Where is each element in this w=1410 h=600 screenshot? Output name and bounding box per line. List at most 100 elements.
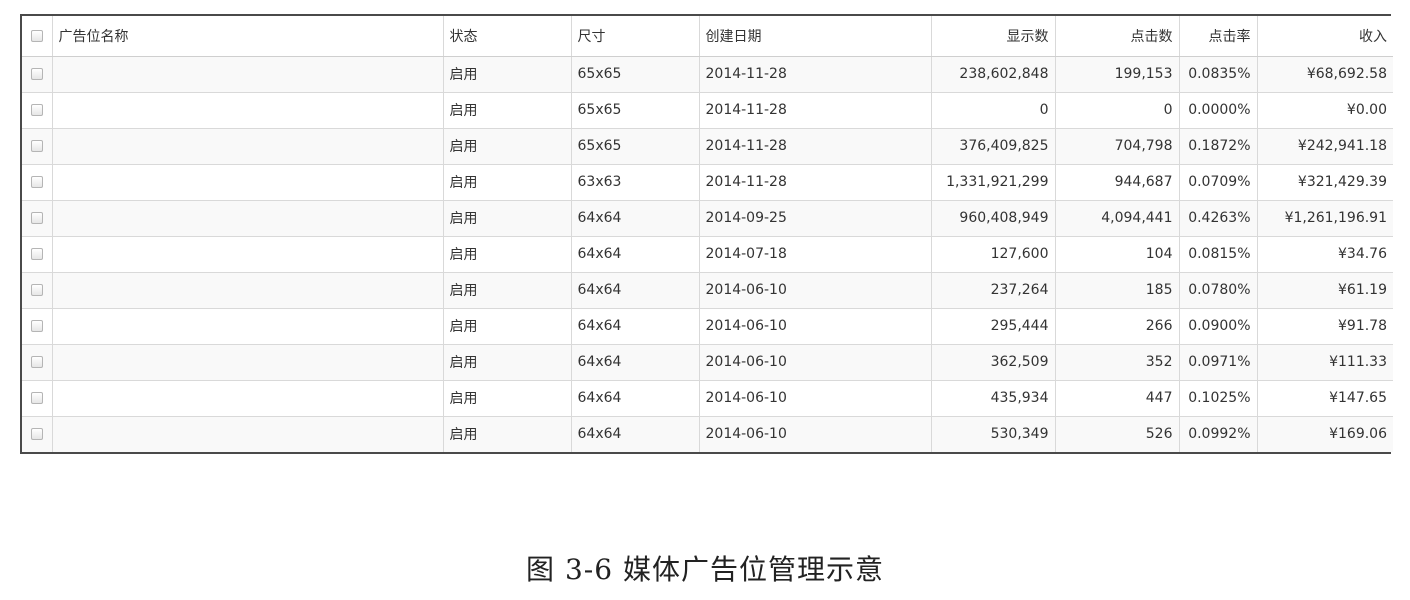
row-checkbox[interactable] (30, 140, 43, 152)
row-checkbox-cell[interactable] (22, 200, 53, 237)
table-row[interactable]: 启用 64x64 2014-06-10 435,934 447 0.1025% ¥147.6… (22, 380, 1393, 417)
cell-size: 64x64 (571, 344, 700, 381)
cell-date: 2014-11-28 (699, 128, 932, 165)
row-checkbox-cell[interactable] (22, 272, 53, 309)
row-checkbox-cell[interactable] (22, 236, 53, 273)
row-checkbox[interactable] (30, 212, 43, 224)
cell-name (52, 164, 444, 201)
cell-status: 启用 (443, 200, 572, 237)
cell-income: ¥147.65 (1257, 380, 1393, 417)
cell-date: 2014-06-10 (699, 416, 932, 452)
cell-name (52, 380, 444, 417)
cell-clicks: 526 (1055, 416, 1180, 452)
header-row: 广告位名称 状态 尺寸 创建日期 显示数 点击数 点击率 收入 (22, 16, 1393, 57)
page: 广告位名称 状态 尺寸 创建日期 显示数 点击数 点击率 收入 启用 65x65 2… (0, 0, 1410, 600)
cell-date: 2014-06-10 (699, 308, 932, 345)
cell-ctr: 0.0780% (1179, 272, 1258, 309)
cell-name (52, 200, 444, 237)
column-header-clicks[interactable]: 点击数 (1055, 16, 1180, 57)
cell-date: 2014-06-10 (699, 344, 932, 381)
table-row[interactable]: 启用 65x65 2014-11-28 376,409,825 704,798 0.187… (22, 128, 1393, 165)
row-checkbox[interactable] (30, 176, 43, 188)
cell-date: 2014-06-10 (699, 380, 932, 417)
table-row[interactable]: 启用 64x64 2014-06-10 237,264 185 0.0780% ¥61.19 (22, 272, 1393, 309)
cell-shows: 530,349 (931, 416, 1056, 452)
table-row[interactable]: 启用 64x64 2014-09-25 960,408,949 4,094,441 0.4… (22, 200, 1393, 237)
cell-ctr: 0.0709% (1179, 164, 1258, 201)
cell-income: ¥242,941.18 (1257, 128, 1393, 165)
row-checkbox-cell[interactable] (22, 56, 53, 93)
select-all-checkbox[interactable] (30, 29, 43, 42)
cell-name (52, 344, 444, 381)
cell-ctr: 0.0971% (1179, 344, 1258, 381)
table-row[interactable]: 启用 64x64 2014-07-18 127,600 104 0.0815% ¥34.76 (22, 236, 1393, 273)
row-checkbox-cell[interactable] (22, 416, 53, 452)
row-checkbox-cell[interactable] (22, 380, 53, 417)
table-row[interactable]: 启用 64x64 2014-06-10 295,444 266 0.0900% ¥91.78 (22, 308, 1393, 345)
column-header-shows[interactable]: 显示数 (931, 16, 1056, 57)
cell-clicks: 352 (1055, 344, 1180, 381)
row-checkbox[interactable] (30, 392, 43, 404)
column-header-name[interactable]: 广告位名称 (52, 16, 444, 57)
cell-clicks: 266 (1055, 308, 1180, 345)
cell-shows: 376,409,825 (931, 128, 1056, 165)
cell-ctr: 0.1872% (1179, 128, 1258, 165)
row-checkbox-cell[interactable] (22, 308, 53, 345)
table-row[interactable]: 启用 63x63 2014-11-28 1,331,921,299 944,687 0.0… (22, 164, 1393, 201)
cell-income: ¥34.76 (1257, 236, 1393, 273)
table-header: 广告位名称 状态 尺寸 创建日期 显示数 点击数 点击率 收入 (22, 16, 1393, 57)
cell-clicks: 944,687 (1055, 164, 1180, 201)
row-checkbox[interactable] (30, 68, 43, 80)
cell-name (52, 272, 444, 309)
row-checkbox[interactable] (30, 284, 43, 296)
cell-size: 64x64 (571, 416, 700, 452)
cell-name (52, 236, 444, 273)
cell-size: 64x64 (571, 308, 700, 345)
cell-clicks: 104 (1055, 236, 1180, 273)
row-checkbox[interactable] (30, 320, 43, 332)
ad-slot-table: 广告位名称 状态 尺寸 创建日期 显示数 点击数 点击率 收入 启用 65x65 2… (22, 16, 1393, 452)
column-header-size[interactable]: 尺寸 (571, 16, 700, 57)
cell-date: 2014-11-28 (699, 92, 932, 129)
row-checkbox-cell[interactable] (22, 92, 53, 129)
cell-status: 启用 (443, 380, 572, 417)
row-checkbox-cell[interactable] (22, 164, 53, 201)
column-header-income[interactable]: 收入 (1257, 16, 1393, 57)
row-checkbox[interactable] (30, 248, 43, 260)
cell-size: 63x63 (571, 164, 700, 201)
cell-shows: 0 (931, 92, 1056, 129)
row-checkbox[interactable] (30, 104, 43, 116)
ad-slot-table-container: 广告位名称 状态 尺寸 创建日期 显示数 点击数 点击率 收入 启用 65x65 2… (20, 14, 1393, 454)
column-header-status[interactable]: 状态 (443, 16, 572, 57)
cell-name (52, 308, 444, 345)
table-row[interactable]: 启用 65x65 2014-11-28 0 0 0.0000% ¥0.00 (22, 92, 1393, 129)
table-row[interactable]: 启用 64x64 2014-06-10 530,349 526 0.0992% ¥169.0… (22, 416, 1393, 452)
cell-date: 2014-06-10 (699, 272, 932, 309)
row-checkbox[interactable] (30, 428, 43, 441)
cell-name (52, 56, 444, 93)
row-checkbox-cell[interactable] (22, 128, 53, 165)
cell-size: 65x65 (571, 56, 700, 93)
cell-income: ¥111.33 (1257, 344, 1393, 381)
column-header-ctr[interactable]: 点击率 (1179, 16, 1258, 57)
figure-caption: 图 3-6 媒体广告位管理示意 (526, 553, 884, 586)
cell-shows: 127,600 (931, 236, 1056, 273)
table-row[interactable]: 启用 64x64 2014-06-10 362,509 352 0.0971% ¥111.3… (22, 344, 1393, 381)
cell-clicks: 0 (1055, 92, 1180, 129)
cell-status: 启用 (443, 272, 572, 309)
row-checkbox-cell[interactable] (22, 344, 53, 381)
cell-income: ¥91.78 (1257, 308, 1393, 345)
cell-ctr: 0.0000% (1179, 92, 1258, 129)
cell-shows: 295,444 (931, 308, 1056, 345)
row-checkbox[interactable] (30, 356, 43, 368)
table-row[interactable]: 启用 65x65 2014-11-28 238,602,848 199,153 0.083… (22, 56, 1393, 93)
cell-status: 启用 (443, 128, 572, 165)
column-header-date[interactable]: 创建日期 (699, 16, 932, 57)
cell-ctr: 0.0900% (1179, 308, 1258, 345)
cell-income: ¥0.00 (1257, 92, 1393, 129)
select-all-checkbox-cell[interactable] (22, 16, 53, 57)
cell-size: 64x64 (571, 380, 700, 417)
cell-ctr: 0.0835% (1179, 56, 1258, 93)
cell-income: ¥321,429.39 (1257, 164, 1393, 201)
cell-income: ¥61.19 (1257, 272, 1393, 309)
